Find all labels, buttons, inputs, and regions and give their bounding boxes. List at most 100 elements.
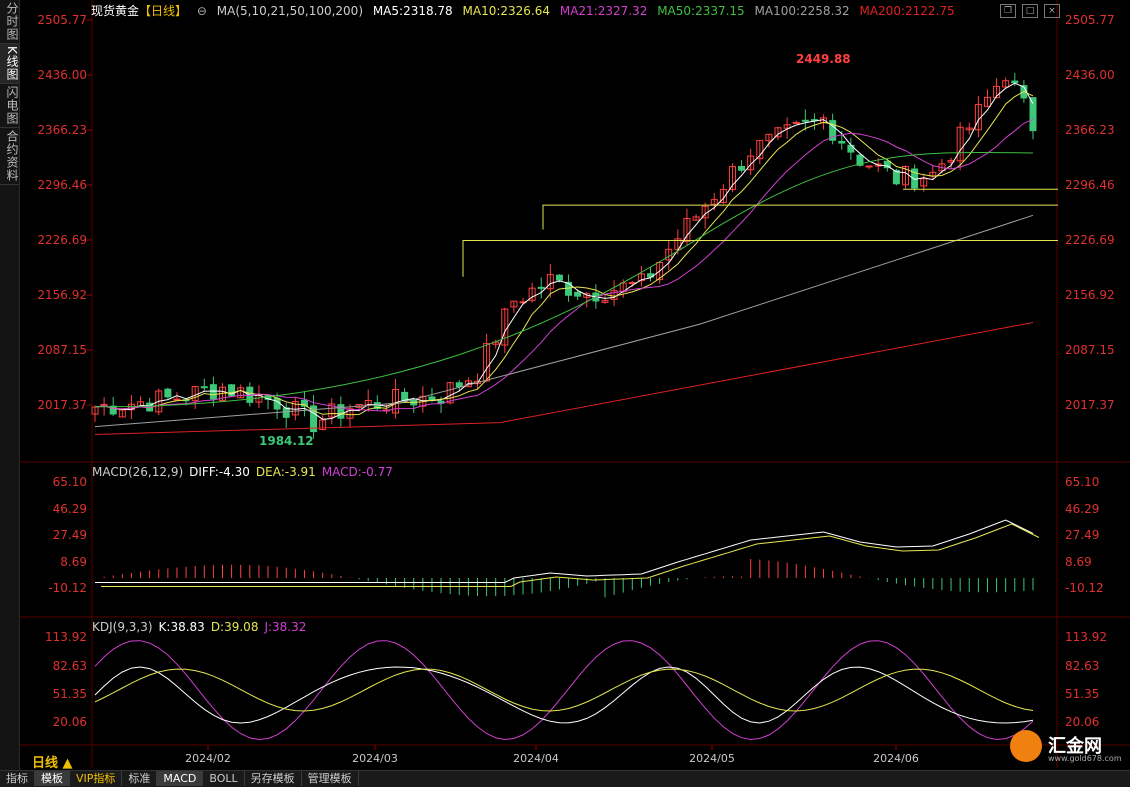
price-axis-left-label: 2505.77	[37, 13, 87, 27]
tab-indicator[interactable]: 指标	[0, 771, 35, 786]
macd-value: MACD:-0.77	[321, 465, 393, 479]
maximize-icon[interactable]: □	[1022, 4, 1038, 18]
price-axis-right-label: 2156.92	[1065, 288, 1115, 302]
macd-axis-right-label: 46.29	[1065, 502, 1099, 516]
kdj-axis-right-label: 51.35	[1065, 687, 1099, 701]
tab-macd[interactable]: MACD	[157, 771, 204, 786]
macd-diff: DIFF:-4.30	[189, 465, 250, 479]
restore-icon[interactable]: ❐	[1000, 4, 1016, 18]
candle-body	[273, 397, 281, 410]
price-axis-left-label: 2087.15	[37, 343, 87, 357]
gold678-logo: 汇金网 www.gold678.com	[1010, 730, 1122, 764]
kdj-panel-header: KDJ(9,3,3) K:38.83 D:39.08 J:38.32	[92, 620, 312, 634]
macd-axis-left-label: -10.12	[48, 581, 87, 595]
candle-body	[537, 286, 545, 289]
price-axis-right-label: 2087.15	[1065, 343, 1115, 357]
tab-save-template[interactable]: 另存模板	[245, 771, 302, 786]
macd-axis-left-label: 8.69	[60, 555, 87, 569]
support-line-2271	[542, 204, 1058, 230]
kdj-axis-right-label: 113.92	[1065, 630, 1107, 644]
macd-diff-line	[95, 519, 1034, 583]
price-axis-left-label: 2296.46	[37, 178, 87, 192]
candle-body	[337, 404, 345, 419]
ma100-value: MA100:2258.32	[754, 4, 850, 18]
ma200-line	[94, 322, 1034, 435]
close-icon[interactable]: ×	[1044, 4, 1060, 18]
logo-url: www.gold678.com	[1048, 754, 1122, 763]
candle-body	[801, 119, 809, 122]
price-axis-right-label: 2226.69	[1065, 233, 1115, 247]
macd-axis-left-label: 46.29	[53, 502, 87, 516]
candle-body	[200, 386, 208, 389]
candle-body	[1011, 80, 1019, 84]
ma200-value: MA200:2122.75	[859, 4, 955, 18]
kdj-k: K:38.83	[158, 620, 205, 634]
period-label: 日线	[32, 756, 59, 771]
kdj-axis-right-label: 20.06	[1065, 715, 1099, 729]
price-axis-right-label: 2366.23	[1065, 123, 1115, 137]
macd-params[interactable]: MACD(26,12,9)	[92, 465, 183, 479]
macd-axis-right-label: 27.49	[1065, 528, 1099, 542]
tab-kline-chart[interactable]: K线图	[0, 44, 19, 84]
settings-icon[interactable]: ⊖	[197, 4, 207, 18]
kdj-axis-left-label: 20.06	[53, 715, 87, 729]
symbol-name: 现货黄金	[91, 4, 140, 18]
support-line-2226	[462, 240, 1058, 277]
candle-body	[282, 407, 290, 418]
ma100-line	[94, 214, 1034, 428]
period-tag: 【日线】	[139, 4, 188, 18]
tab-template[interactable]: 模板	[35, 771, 70, 786]
tab-boll[interactable]: BOLL	[203, 771, 245, 786]
high-annotation: 2449.88	[796, 52, 851, 66]
tab-manage-template[interactable]: 管理模板	[302, 771, 359, 786]
kdj-axis-right-label: 82.63	[1065, 659, 1099, 673]
kdj-axis-left-label: 82.63	[53, 659, 87, 673]
kdj-d-line	[94, 668, 1034, 712]
macd-axis-right-label: 65.10	[1065, 475, 1099, 489]
tab-vip-indicator[interactable]: VIP指标	[70, 771, 123, 786]
macd-dea: DEA:-3.91	[255, 465, 316, 479]
ma5-value: MA5:2318.78	[372, 4, 453, 18]
macd-panel-header: MACD(26,12,9) DIFF:-4.30 DEA:-3.91 MACD:-0.…	[92, 465, 399, 479]
tab-contract-info[interactable]: 合约资料	[0, 128, 19, 185]
candle-body	[173, 398, 181, 401]
kdj-j: J:38.32	[264, 620, 307, 634]
price-axis-right-label: 2505.77	[1065, 13, 1115, 27]
logo-ring-icon	[1010, 730, 1042, 762]
time-axis-label: 2024/03	[352, 752, 398, 765]
ma-params[interactable]: MA(5,10,21,50,100,200)	[217, 4, 363, 18]
candle-body	[628, 282, 636, 285]
triangle-up-icon: ▲	[62, 756, 73, 771]
period-selector[interactable]: 日线 ▲	[32, 752, 73, 771]
price-axis-right-label: 2436.00	[1065, 68, 1115, 82]
time-axis-label: 2024/04	[513, 752, 559, 765]
candle-body	[792, 121, 800, 124]
macd-dea-line	[101, 523, 1040, 587]
ma50-line	[94, 151, 1034, 408]
price-axis-left-label: 2156.92	[37, 288, 87, 302]
kdj-params[interactable]: KDJ(9,3,3)	[92, 620, 153, 634]
candle-body	[455, 382, 463, 388]
macd-axis-left-label: 27.49	[53, 528, 87, 542]
candles-group	[91, 73, 1037, 439]
kdj-j-line	[94, 640, 1034, 741]
candle-body	[209, 384, 217, 400]
tab-time-chart[interactable]: 分时图	[0, 0, 19, 44]
time-axis-label: 2024/02	[185, 752, 231, 765]
candle-body	[865, 165, 873, 168]
tab-flash-chart[interactable]: 闪电图	[0, 84, 19, 128]
candle-body	[574, 291, 582, 297]
candle-body	[738, 165, 746, 171]
kline-chart-canvas[interactable]: 2505.77 2505.77 2436.00 2436.00 2366.23 2366.…	[20, 0, 1130, 768]
time-axis-label: 2024/05	[689, 752, 735, 765]
tab-standard[interactable]: 标准	[122, 771, 158, 786]
ma10-line	[94, 91, 1034, 416]
candle-body	[164, 388, 172, 398]
ma5-line	[94, 82, 1034, 420]
candle-body	[555, 274, 563, 281]
price-axis-right-label: 2296.46	[1065, 178, 1115, 192]
kdj-d: D:39.08	[210, 620, 259, 634]
ma21-value: MA21:2327.32	[559, 4, 648, 18]
kdj-axis-left-label: 113.92	[45, 630, 87, 644]
left-view-tabs: 分时图 K线图 闪电图 合约资料	[0, 0, 20, 770]
